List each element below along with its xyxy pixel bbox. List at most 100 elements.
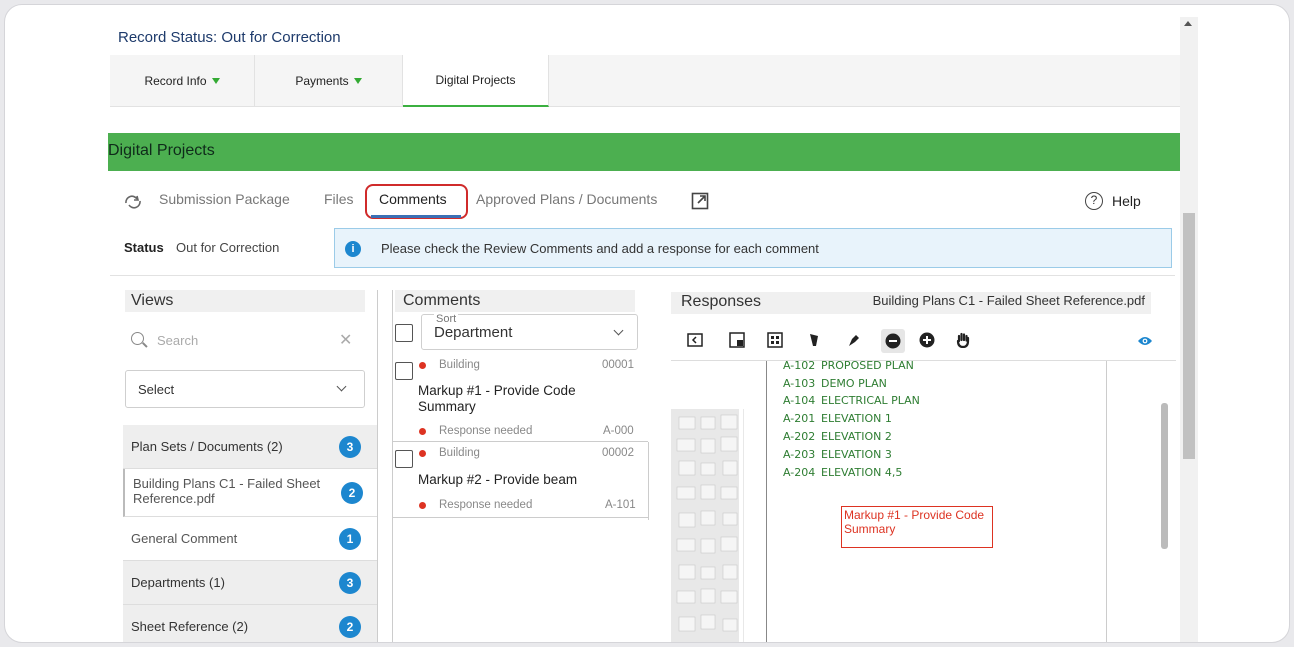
section-header: Digital Projects	[108, 133, 1185, 171]
views-title: Views	[125, 290, 365, 312]
zoom-out-button[interactable]	[881, 329, 905, 353]
help-icon[interactable]: ?	[1085, 192, 1103, 210]
comment-department: Building	[439, 447, 480, 459]
info-banner: i Please check the Review Comments and a…	[334, 228, 1172, 268]
views-item-plan-sets[interactable]: Plan Sets / Documents (2) 3	[123, 425, 378, 469]
sync-icon[interactable]	[123, 194, 143, 210]
browser-frame: Record Status: Out for Correction Record…	[4, 4, 1290, 643]
sort-value: Department	[434, 324, 513, 341]
sheet-index-row: A-204 ELEVATION 4,5	[783, 466, 903, 479]
sheet-index-row: A-104 ELECTRICAL PLAN	[783, 394, 920, 407]
tab-record-info[interactable]: Record Info	[110, 55, 255, 107]
collapse-panel-icon[interactable]	[687, 332, 703, 348]
comment-department: Building	[439, 359, 480, 371]
comments-panel: Comments Sort Department Building 00001 …	[393, 290, 648, 642]
comment-text: Markup #2 - Provide beam	[418, 472, 578, 487]
caret-down-icon	[211, 78, 220, 84]
tab-label: Record Info	[144, 74, 207, 88]
responses-header: Responses Building Plans C1 - Failed She…	[671, 292, 1151, 314]
caret-down-icon	[353, 78, 362, 84]
sheet-index-row: A-103 DEMO PLAN	[783, 377, 887, 390]
tab-digital-projects[interactable]: Digital Projects	[403, 55, 549, 107]
views-panel: Views Search ✕ Select Plan Sets / Docume…	[123, 290, 378, 642]
files-link[interactable]: Files	[324, 191, 354, 207]
info-icon: i	[345, 241, 361, 257]
record-status: Record Status: Out for Correction	[118, 29, 341, 46]
sheet-index-row: A-203 ELEVATION 3	[783, 448, 892, 461]
status-value: Out for Correction	[176, 240, 280, 255]
tab-label: Digital Projects	[435, 73, 516, 87]
page-scrollbar[interactable]	[1180, 17, 1198, 642]
comment-checkbox[interactable]	[395, 450, 413, 468]
search-input[interactable]: Search ✕	[125, 326, 365, 356]
zoom-in-icon[interactable]	[919, 332, 935, 348]
comment-status: Response needed	[439, 425, 533, 437]
grid-view-icon[interactable]	[767, 332, 783, 348]
scroll-up-icon[interactable]	[1184, 21, 1192, 26]
sheet-index-row: A-201 ELEVATION 1	[783, 412, 892, 425]
sheet-border	[766, 361, 767, 642]
count-badge: 3	[339, 436, 361, 458]
site-map-image	[671, 409, 744, 642]
tab-label: Payments	[295, 74, 349, 88]
clear-icon[interactable]: ✕	[339, 330, 352, 350]
comment-id: 00002	[602, 447, 634, 459]
views-select[interactable]: Select	[125, 370, 365, 408]
search-placeholder: Search	[157, 333, 199, 348]
views-item-departments[interactable]: Departments (1) 3	[123, 561, 378, 605]
submission-package-link[interactable]: Submission Package	[159, 191, 290, 207]
comment-card[interactable]: Building 00002 Markup #2 - Provide beam …	[393, 442, 648, 518]
zoom-out-icon	[885, 333, 901, 349]
comment-id: 00001	[602, 359, 634, 371]
comment-checkbox[interactable]	[395, 362, 413, 380]
eraser-icon[interactable]	[806, 332, 822, 348]
select-value: Select	[138, 382, 175, 397]
comment-text: Markup #1 - Provide Code Summary	[418, 383, 576, 414]
document-name: Building Plans C1 - Failed Sheet Referen…	[872, 293, 1145, 308]
status-dot	[419, 428, 426, 435]
views-item-label: Departments (1)	[131, 575, 225, 590]
help-link[interactable]: Help	[1112, 193, 1141, 209]
pen-icon[interactable]	[846, 332, 862, 348]
sort-select[interactable]: Sort Department	[421, 313, 638, 350]
views-item-sheet-reference[interactable]: Sheet Reference (2) 2	[123, 605, 378, 642]
sheet-index-row: A-102 PROPOSED PLAN	[783, 359, 914, 372]
views-item-label: Sheet Reference (2)	[131, 619, 249, 634]
scrollbar-thumb[interactable]	[1183, 213, 1195, 459]
markup-annotation[interactable]: Markup #1 - Provide Code Summary	[841, 506, 993, 548]
section-title: Digital Projects	[108, 142, 215, 159]
count-badge: 1	[339, 528, 361, 550]
views-item-building-plans[interactable]: Building Plans C1 - Failed Sheet Referen…	[123, 469, 378, 517]
chevron-down-icon	[336, 381, 347, 392]
document-viewer[interactable]: A-102 PROPOSED PLAN A-103 DEMO PLAN A-104 E…	[671, 359, 1176, 642]
views-item-label: General Comment	[131, 531, 238, 546]
sheet-border	[1106, 361, 1107, 642]
status-dot	[419, 450, 426, 457]
status-label: Status	[124, 240, 164, 255]
fit-page-icon[interactable]	[729, 332, 745, 348]
info-text: Please check the Review Comments and add…	[381, 241, 819, 256]
sheet-index-row: A-202 ELEVATION 2	[783, 430, 892, 443]
responses-title: Responses	[681, 293, 762, 310]
status-dot	[419, 502, 426, 509]
select-all-checkbox[interactable]	[395, 324, 413, 342]
comment-sheet: A-000	[603, 425, 634, 437]
approved-plans-link[interactable]: Approved Plans / Documents	[476, 191, 657, 207]
panel-divider	[648, 442, 649, 520]
comment-status: Response needed	[439, 499, 533, 511]
count-badge: 2	[341, 482, 363, 504]
eye-icon[interactable]	[1137, 333, 1153, 349]
viewer-toolbar	[671, 321, 1176, 361]
active-subtab-indicator	[371, 215, 461, 218]
external-link-icon[interactable]	[691, 192, 709, 210]
viewer-scrollbar[interactable]	[1161, 403, 1168, 549]
panel-divider	[377, 290, 378, 642]
comment-sheet: A-101	[605, 499, 636, 511]
views-item-label: Plan Sets / Documents (2)	[131, 439, 283, 454]
tab-payments[interactable]: Payments	[255, 55, 403, 107]
record-tabs: Record Info Payments Digital Projects	[110, 55, 1185, 107]
views-item-general-comment[interactable]: General Comment 1	[123, 517, 378, 561]
pan-hand-icon[interactable]	[955, 332, 971, 348]
comment-card[interactable]: Building 00001 Markup #1 - Provide Code …	[393, 354, 648, 442]
comments-title: Comments	[395, 290, 635, 312]
